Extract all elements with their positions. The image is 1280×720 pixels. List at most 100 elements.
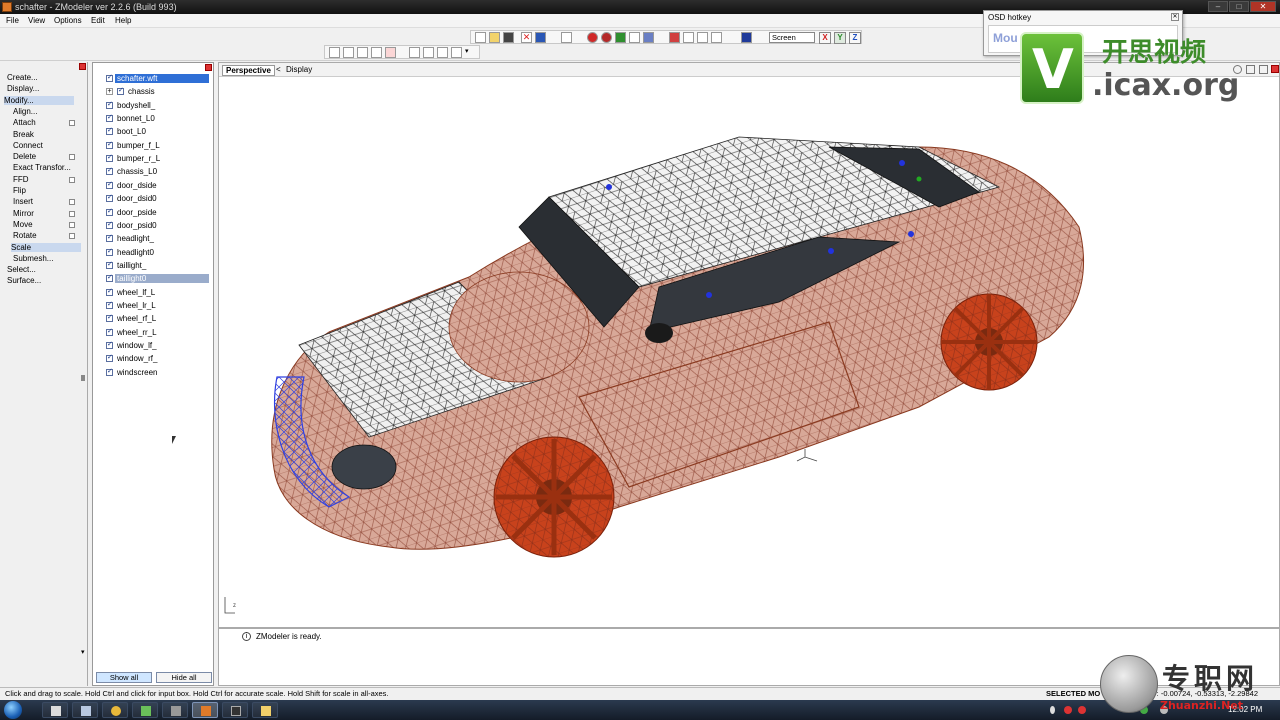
visibility-checkbox[interactable] (106, 327, 113, 336)
cmd-toggle[interactable] (69, 176, 75, 183)
close-viewport-icon[interactable] (1271, 65, 1279, 73)
cmd-toggle[interactable] (69, 199, 75, 206)
cmd-item[interactable]: Create... (7, 73, 38, 82)
split-icon[interactable] (697, 32, 708, 43)
axis-z-toggle[interactable]: Z (849, 32, 861, 44)
tab-back-arrow[interactable]: < (276, 65, 281, 74)
select-box-icon[interactable] (371, 47, 382, 58)
cmd-item[interactable]: Flip (13, 186, 26, 195)
taskbar-app5[interactable] (162, 702, 188, 718)
view-mode-select[interactable]: Screen (769, 32, 815, 43)
visibility-checkbox[interactable] (106, 153, 113, 163)
record-icon[interactable] (587, 32, 598, 43)
visibility-checkbox[interactable] (106, 113, 113, 123)
cmd-item[interactable]: Submesh... (13, 254, 53, 263)
scale-y-icon[interactable] (423, 47, 434, 58)
expand-icon[interactable]: + (106, 88, 113, 96)
delete-icon[interactable]: ✕ (521, 32, 532, 43)
visibility-checkbox[interactable] (106, 300, 113, 309)
save-icon[interactable] (503, 32, 514, 43)
start-button[interactable] (4, 701, 22, 719)
taskbar-window[interactable] (72, 702, 98, 718)
menu-options[interactable]: Options (54, 16, 82, 25)
cmd-toggle[interactable] (69, 120, 75, 127)
cmd-item[interactable]: Scale (11, 242, 81, 252)
select-vertex-icon[interactable] (329, 47, 340, 58)
visibility-checkbox[interactable] (106, 193, 113, 203)
cmd-item[interactable]: Connect (13, 141, 43, 150)
osd-close-icon[interactable]: ✕ (1171, 13, 1179, 21)
undo-icon[interactable] (561, 32, 572, 43)
cmd-toggle[interactable] (69, 210, 75, 217)
visibility-checkbox[interactable] (106, 287, 113, 296)
normals-icon[interactable] (741, 32, 752, 43)
new-file-icon[interactable] (475, 32, 486, 43)
cmd-item[interactable]: Delete (13, 152, 36, 161)
cmd-item[interactable]: Modify... (4, 95, 74, 105)
taskbar-zmodeler[interactable] (192, 702, 218, 718)
tray-record-icon[interactable] (1064, 706, 1072, 714)
menu-help[interactable]: Help (115, 16, 131, 25)
menu-edit[interactable]: Edit (91, 16, 105, 25)
axis-y-toggle[interactable]: Y (834, 32, 846, 44)
cmd-item[interactable]: Insert (13, 197, 33, 206)
visibility-checkbox[interactable] (106, 353, 113, 363)
tab-display[interactable]: Display (286, 65, 312, 74)
show-all-button[interactable]: Show all (96, 672, 152, 683)
cmd-item[interactable]: Attach (13, 118, 36, 127)
cmd-item[interactable]: Surface... (7, 276, 41, 285)
menu-file[interactable]: File (6, 16, 19, 25)
link-icon[interactable] (629, 32, 640, 43)
hide-all-button[interactable]: Hide all (156, 672, 212, 683)
visibility-checkbox[interactable] (106, 233, 113, 243)
select-object-icon[interactable] (357, 47, 368, 58)
copy-icon[interactable] (535, 32, 546, 43)
measure-icon[interactable] (683, 32, 694, 43)
select-face-icon[interactable] (343, 47, 354, 58)
visibility-checkbox[interactable] (106, 273, 113, 283)
visibility-checkbox[interactable] (106, 260, 113, 269)
close-tree-icon[interactable] (205, 64, 212, 71)
cmd-item[interactable]: Select... (7, 265, 36, 274)
taskbar-folder[interactable] (252, 702, 278, 718)
render-icon[interactable] (601, 32, 612, 43)
cmd-item[interactable]: Move (13, 220, 33, 229)
scale-x-icon[interactable] (409, 47, 420, 58)
taskbar-explorer[interactable] (42, 702, 68, 718)
dropdown-arrow-icon[interactable]: ▾ (465, 47, 476, 58)
cmd-item[interactable]: FFD (13, 175, 29, 184)
material-icon[interactable] (643, 32, 654, 43)
minimize-button[interactable]: – (1208, 1, 1228, 12)
cmd-item[interactable]: Rotate (13, 231, 37, 240)
cmd-item[interactable]: Mirror (13, 209, 34, 218)
visibility-checkbox[interactable] (106, 126, 113, 136)
panel-splitter[interactable] (81, 375, 85, 381)
cmd-item[interactable]: Exact Transfor... (13, 163, 71, 172)
car-wireframe-model[interactable]: z (219, 77, 1280, 628)
cmd-toggle[interactable] (69, 154, 75, 161)
tray-arrow-icon[interactable] (1050, 706, 1055, 714)
brush-icon[interactable] (669, 32, 680, 43)
close-panel-icon[interactable] (79, 63, 86, 70)
visibility-checkbox[interactable] (106, 313, 113, 323)
open-file-icon[interactable] (489, 32, 500, 43)
scale-z-icon[interactable] (437, 47, 448, 58)
maximize-button[interactable]: □ (1229, 1, 1249, 12)
restore-viewport-icon[interactable] (1246, 65, 1255, 74)
taskbar-app4[interactable] (132, 702, 158, 718)
visibility-checkbox[interactable] (106, 73, 113, 82)
cmd-item[interactable]: Align... (13, 107, 37, 116)
axis-x-toggle[interactable]: X (819, 32, 831, 44)
visibility-checkbox[interactable] (106, 367, 113, 376)
visibility-checkbox[interactable] (106, 220, 113, 229)
visibility-checkbox[interactable] (106, 140, 113, 149)
weld-icon[interactable] (711, 32, 722, 43)
visibility-checkbox[interactable] (106, 166, 113, 176)
viewport[interactable]: Perspective < Display z (218, 62, 1280, 628)
select-all-icon[interactable] (385, 47, 396, 58)
scroll-down-icon[interactable]: ▾ (81, 648, 85, 656)
menu-view[interactable]: View (28, 16, 45, 25)
taskbar-browser[interactable] (102, 702, 128, 718)
tab-perspective[interactable]: Perspective (222, 65, 275, 76)
visibility-checkbox[interactable] (106, 207, 113, 216)
